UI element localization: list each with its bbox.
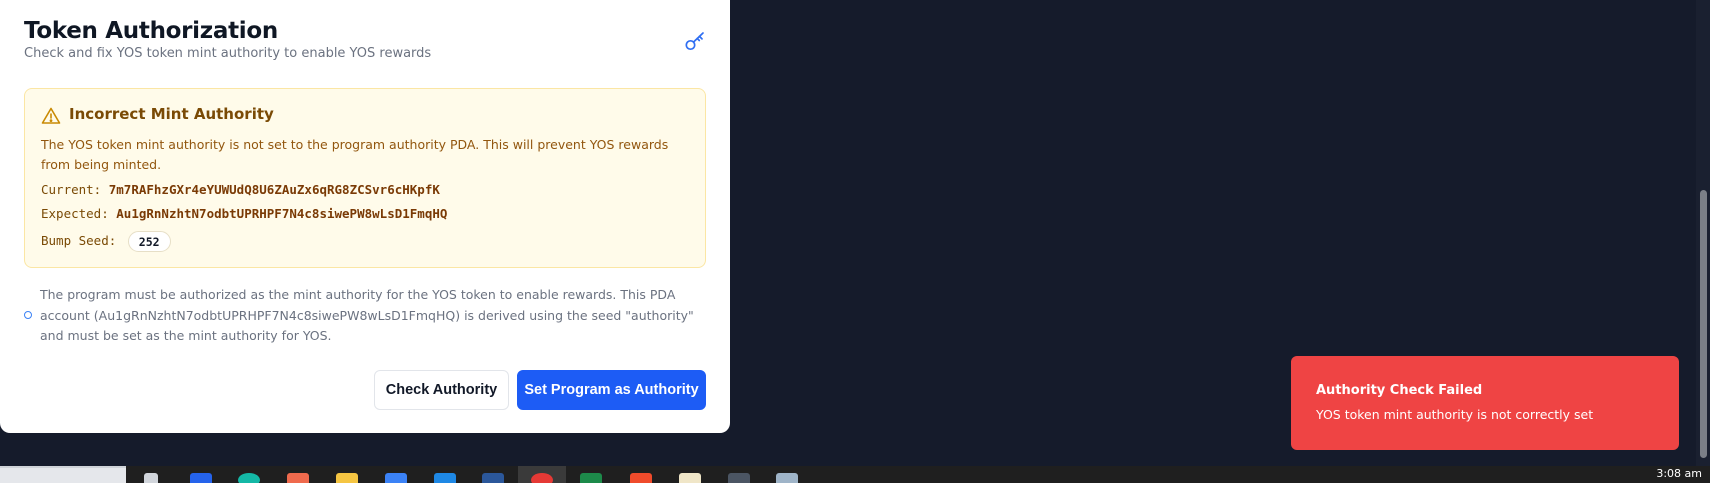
bump-seed-label: Bump Seed: (41, 233, 117, 248)
warning-triangle-icon (41, 106, 61, 126)
alert-title: Incorrect Mint Authority (69, 105, 274, 123)
chrome-icon[interactable] (531, 473, 553, 483)
key-icon (684, 30, 706, 52)
info-text: The program must be authorized as the mi… (40, 287, 694, 343)
current-label: Current: (41, 182, 102, 197)
alert-description: The YOS token mint authority is not set … (41, 137, 669, 172)
expected-authority-value: Au1gRnNzhtN7odbtUPRHPF7N4c8siwePW8wLsD1F… (116, 206, 448, 221)
error-toast[interactable]: Authority Check Failed YOS token mint au… (1291, 356, 1679, 450)
taskbar-clock[interactable]: 3:08 am (1656, 467, 1702, 480)
terminal-icon[interactable] (728, 473, 750, 483)
expected-authority-row: Expected: Au1gRnNzhtN7odbtUPRHPF7N4c8siw… (41, 206, 447, 221)
taskbar-thumbnail[interactable] (0, 466, 126, 483)
scrollbar-thumb[interactable] (1700, 190, 1707, 458)
current-authority-row: Current: 7m7RAFhzGXr4eYUWUdQ8U6ZAuZx6qRG… (41, 182, 440, 197)
toast-title: Authority Check Failed (1316, 383, 1483, 398)
current-authority-value: 7m7RAFhzGXr4eYUWUdQ8U6ZAuZx6qRG8ZCSvr6cH… (108, 182, 440, 197)
store-icon[interactable] (385, 473, 407, 483)
edge-icon[interactable] (190, 473, 212, 483)
task-view-icon[interactable] (144, 473, 158, 483)
app-red-icon[interactable] (287, 473, 309, 483)
bump-seed-badge: 252 (127, 231, 171, 252)
incorrect-mint-authority-alert: Incorrect Mint Authority The YOS token m… (24, 88, 706, 268)
card-title: Token Authorization (24, 18, 278, 44)
notepad-icon[interactable] (679, 473, 701, 483)
file-explorer-icon[interactable] (336, 473, 358, 483)
token-authorization-card: Token Authorization Check and fix YOS to… (0, 0, 730, 433)
app-orange-icon[interactable] (630, 473, 652, 483)
expected-label: Expected: (41, 206, 109, 221)
info-icon (24, 311, 32, 319)
browser-icon[interactable] (238, 473, 260, 483)
card-subtitle: Check and fix YOS token mint authority t… (24, 46, 432, 61)
toast-message: YOS token mint authority is not correctl… (1316, 407, 1594, 422)
check-authority-button[interactable]: Check Authority (374, 370, 509, 410)
app-misc-icon[interactable] (776, 473, 798, 483)
app-blue-icon[interactable] (434, 473, 456, 483)
bump-seed-row: Bump Seed: 252 (41, 231, 171, 252)
excel-icon[interactable] (580, 473, 602, 483)
word-icon[interactable] (482, 473, 504, 483)
taskbar: 3:08 am (0, 466, 1710, 483)
set-program-authority-button[interactable]: Set Program as Authority (517, 370, 706, 410)
